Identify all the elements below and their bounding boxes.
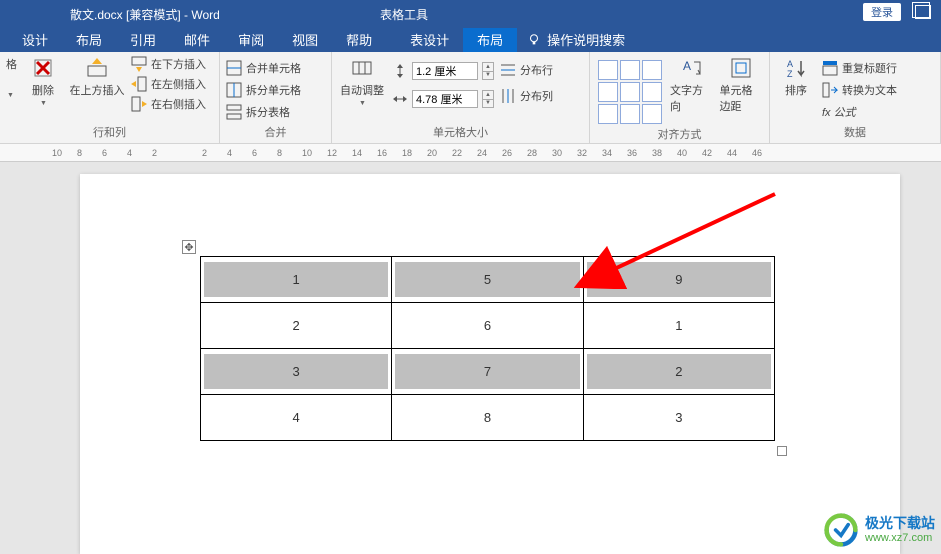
group-label-merge: 合并 (226, 122, 325, 143)
watermark-url: www.xz7.com (865, 532, 935, 545)
distribute-cols-icon (500, 88, 516, 104)
sort-icon: AZ (784, 56, 808, 80)
table-cell[interactable]: 2 (583, 349, 774, 395)
autofit-button[interactable]: 自动调整▼ (338, 56, 386, 107)
table-cell[interactable]: 4 (201, 395, 392, 441)
group-label-cell-size: 单元格大小 (338, 122, 583, 143)
width-spinner[interactable]: ▲▼ (482, 90, 494, 108)
table-cell[interactable]: 1 (583, 303, 774, 349)
alignment-grid[interactable] (598, 60, 662, 124)
insert-left-icon (131, 76, 147, 92)
col-width-input[interactable] (412, 90, 478, 108)
insert-right-icon (131, 96, 147, 112)
group-label-alignment: 对齐方式 (596, 124, 763, 145)
tab-references[interactable]: 引用 (116, 27, 170, 52)
autofit-icon (350, 56, 374, 80)
repeat-header-button[interactable]: 重复标题行 (822, 60, 897, 76)
table-move-handle[interactable]: ✥ (182, 240, 196, 254)
convert-text-icon (822, 82, 838, 98)
table-cell[interactable]: 5 (392, 257, 583, 303)
document-table[interactable]: 159 261 372 483 (200, 256, 775, 441)
insert-below-icon (131, 56, 147, 72)
distribute-cols-button[interactable]: 分布列 (500, 88, 553, 104)
table-cell[interactable]: 7 (392, 349, 583, 395)
group-label-rows-cols: 行和列 (6, 122, 213, 143)
group-label-data: 数据 (776, 122, 934, 143)
row-height-icon (392, 63, 408, 79)
tab-help[interactable]: 帮助 (332, 27, 386, 52)
delete-button[interactable]: 删除▼ (23, 56, 63, 107)
insert-above-icon (85, 56, 109, 80)
split-cells-icon (226, 82, 242, 98)
svg-text:A: A (683, 59, 691, 73)
row-height-input[interactable] (412, 62, 478, 80)
table-cell[interactable]: 9 (583, 257, 774, 303)
distribute-rows-button[interactable]: 分布行 (500, 62, 553, 78)
table-resize-handle[interactable] (777, 446, 787, 456)
text-direction-button[interactable]: A 文字方向 (670, 56, 714, 114)
sort-button[interactable]: AZ 排序 (776, 56, 816, 98)
tab-table-design[interactable]: 表设计 (396, 27, 463, 52)
select-partial[interactable]: 格 (6, 56, 17, 72)
text-direction-icon: A (680, 56, 704, 80)
document-title: 散文.docx [兼容模式] - Word (70, 6, 220, 23)
watermark: 极光下载站 www.xz7.com (823, 512, 935, 548)
tab-layout[interactable]: 布局 (62, 27, 116, 52)
insert-below-button[interactable]: 在下方插入 (131, 56, 206, 72)
tab-review[interactable]: 审阅 (224, 27, 278, 52)
svg-text:Z: Z (787, 69, 793, 79)
insert-left-button[interactable]: 在左侧插入 (131, 76, 206, 92)
table-cell[interactable]: 3 (201, 349, 392, 395)
table-cell[interactable]: 1 (201, 257, 392, 303)
lightbulb-icon (527, 33, 541, 47)
horizontal-ruler[interactable]: 1086422468101214161820222426283032343638… (0, 144, 941, 162)
restore-window-icon[interactable] (915, 5, 931, 19)
merge-cells-icon (226, 60, 242, 76)
tab-mail[interactable]: 邮件 (170, 27, 224, 52)
delete-icon (31, 56, 55, 80)
repeat-header-icon (822, 60, 838, 76)
tab-design[interactable]: 设计 (8, 27, 62, 52)
page[interactable]: ✥ 159 261 372 483 (80, 174, 900, 554)
tab-view[interactable]: 视图 (278, 27, 332, 52)
split-cells-button[interactable]: 拆分单元格 (226, 82, 301, 98)
split-table-button[interactable]: 拆分表格 (226, 104, 301, 120)
distribute-rows-icon (500, 62, 516, 78)
tab-table-layout[interactable]: 布局 (463, 27, 517, 52)
watermark-title: 极光下载站 (865, 515, 935, 532)
tell-me-placeholder: 操作说明搜索 (547, 30, 625, 49)
formula-button[interactable]: fx 公式 (822, 104, 897, 120)
table-cell[interactable]: 8 (392, 395, 583, 441)
height-spinner[interactable]: ▲▼ (482, 62, 494, 80)
cell-margins-button[interactable]: 单元格边距 (720, 56, 764, 114)
contextual-tab-label: 表格工具 (360, 0, 448, 28)
svg-text:A: A (787, 59, 793, 69)
tell-me-search[interactable]: 操作说明搜索 (517, 27, 635, 52)
split-table-icon (226, 104, 242, 120)
insert-above-button[interactable]: 在上方插入 (69, 56, 125, 98)
dropdown-icon[interactable]: ▼ (6, 92, 17, 99)
col-width-icon (392, 91, 408, 107)
title-bar: 散文.docx [兼容模式] - Word 表格工具 登录 (0, 0, 941, 28)
ribbon: 格 x ▼ 删除▼ 在上方插入 在下方插入 在左侧插入 在右侧插入 行和列 (0, 52, 941, 144)
table-cell[interactable]: 3 (583, 395, 774, 441)
merge-cells-button[interactable]: 合并单元格 (226, 60, 301, 76)
cell-margins-icon (729, 56, 753, 80)
convert-to-text-button[interactable]: 转换为文本 (822, 82, 897, 98)
login-button[interactable]: 登录 (863, 3, 901, 21)
table-cell[interactable]: 6 (392, 303, 583, 349)
menu-bar: 设计 布局 引用 邮件 审阅 视图 帮助 表设计 布局 操作说明搜索 (0, 28, 941, 52)
watermark-logo-icon (823, 512, 859, 548)
document-area: 1086422468101214161820222426283032343638… (0, 144, 941, 552)
insert-right-button[interactable]: 在右侧插入 (131, 96, 206, 112)
table-cell[interactable]: 2 (201, 303, 392, 349)
